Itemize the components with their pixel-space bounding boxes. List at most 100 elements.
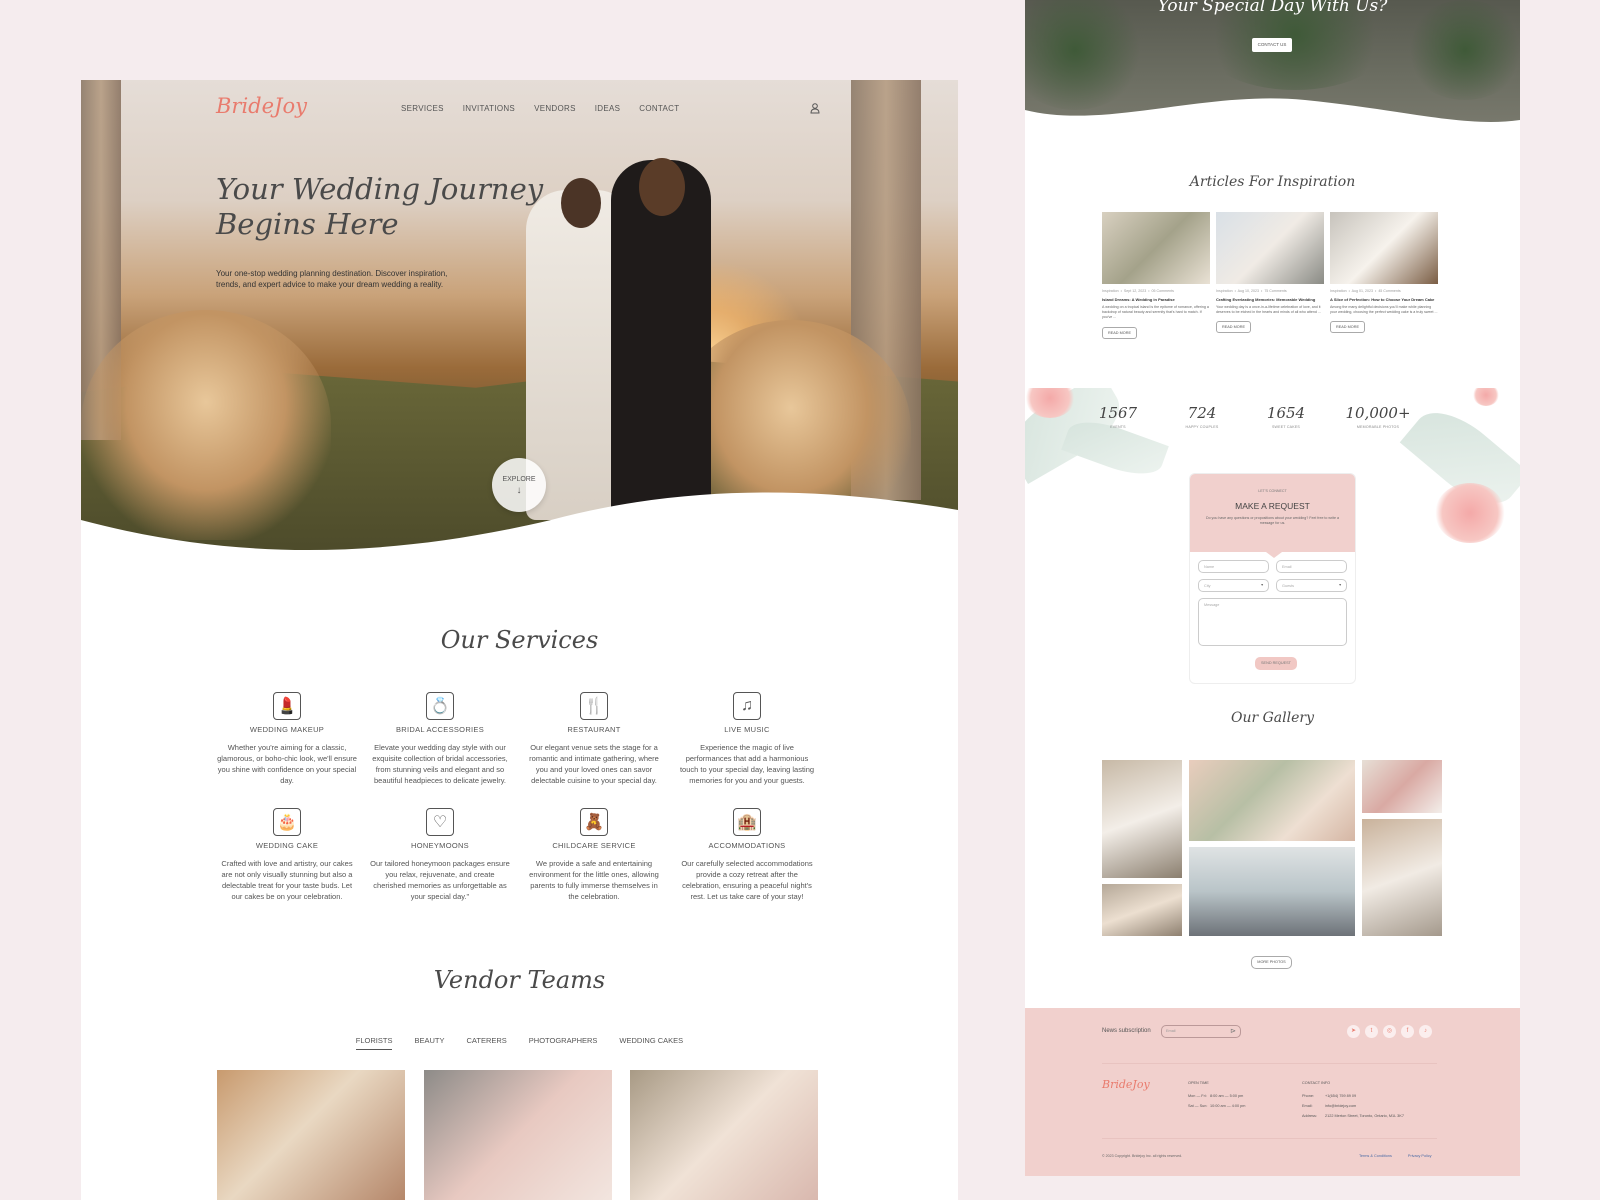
brand-logo[interactable]: BrideJoy bbox=[216, 94, 307, 118]
cta-banner: Your Special Day With Us? CONTACT US bbox=[1025, 0, 1520, 130]
article-title[interactable]: A Slice of Perfection: How to Choose You… bbox=[1330, 297, 1438, 302]
service-card: 🎂 WEDDING CAKE Crafted with love and artis… bbox=[217, 808, 357, 902]
contact-value[interactable]: info@bridejoy.com bbox=[1325, 1104, 1356, 1108]
tab-wedding-cakes[interactable]: WEDDING CAKES bbox=[619, 1036, 683, 1050]
contact-value: 2122 Merton Street, Toronto, Ontario, M1… bbox=[1325, 1114, 1404, 1118]
article-meta: Inspiration • Aug 10, 2023 • 75 Comments bbox=[1216, 289, 1287, 293]
nav-services[interactable]: SERVICES bbox=[401, 104, 444, 113]
service-description: Whether you're aiming for a classic, gla… bbox=[217, 743, 357, 785]
service-name: ACCOMMODATIONS bbox=[708, 841, 786, 850]
contact-label: Address: bbox=[1302, 1114, 1317, 1118]
tab-caterers[interactable]: CATERERS bbox=[467, 1036, 507, 1050]
gallery-image-3[interactable] bbox=[1189, 760, 1355, 841]
stat-item: 724 HAPPY COUPLES bbox=[1167, 404, 1237, 429]
form-eyebrow: LET'S CONNECT bbox=[1258, 489, 1287, 493]
nav-contact[interactable]: CONTACT bbox=[639, 104, 679, 113]
open-time-row: Mon — Fri: 8:00 am — 5:00 pm bbox=[1188, 1091, 1245, 1101]
vendor-tabs: FLORISTS BEAUTY CATERERS PHOTOGRAPHERS W… bbox=[81, 1036, 958, 1050]
article-excerpt: Among the many delightful decisions you'… bbox=[1330, 305, 1438, 315]
nav-ideas[interactable]: IDEAS bbox=[595, 104, 621, 113]
chevron-down-icon: ▾ bbox=[1261, 583, 1263, 587]
telegram-icon[interactable]: ➤ bbox=[1347, 1025, 1360, 1038]
landing-page-top: BrideJoy SERVICES INVITATIONS VENDORS ID… bbox=[81, 80, 958, 1200]
article-meta: Inspiration • Sept 12, 2023 • 05 Comment… bbox=[1102, 289, 1174, 293]
gallery-image-6[interactable] bbox=[1362, 819, 1442, 936]
gallery-image-2[interactable] bbox=[1102, 884, 1182, 936]
hero-section: BrideJoy SERVICES INVITATIONS VENDORS ID… bbox=[81, 80, 958, 560]
top-nav: BrideJoy SERVICES INVITATIONS VENDORS ID… bbox=[81, 80, 958, 140]
teddy-bear-icon: 🧸 bbox=[580, 808, 608, 836]
service-description: Our tailored honeymoon packages ensure y… bbox=[370, 859, 510, 901]
instagram-icon[interactable]: ◎ bbox=[1383, 1025, 1396, 1038]
service-card: 💍 BRIDAL ACCESSORIES Elevate your wedding … bbox=[370, 692, 510, 786]
tab-photographers[interactable]: PHOTOGRAPHERS bbox=[529, 1036, 598, 1050]
article-card: Inspiration • Aug 10, 2023 • 75 Comments… bbox=[1216, 212, 1324, 334]
music-notes-icon: ♫ bbox=[733, 692, 761, 720]
footer-logo[interactable]: BrideJoy bbox=[1102, 1078, 1150, 1091]
service-description: Our carefully selected accommodations pr… bbox=[681, 859, 813, 901]
subscription-email-input[interactable]: Email ⊳ bbox=[1161, 1025, 1241, 1038]
service-description: Crafted with love and artistry, our cake… bbox=[221, 859, 353, 901]
article-category[interactable]: Inspiration bbox=[1330, 289, 1347, 293]
guests-placeholder: Guests bbox=[1282, 584, 1295, 588]
user-icon[interactable] bbox=[809, 102, 821, 114]
article-image[interactable] bbox=[1102, 212, 1210, 284]
terms-link[interactable]: Terms & Conditions bbox=[1359, 1154, 1392, 1158]
article-comments[interactable]: 45 Comments bbox=[1378, 289, 1400, 293]
twitter-icon[interactable]: t bbox=[1365, 1025, 1378, 1038]
gallery-image-4[interactable] bbox=[1189, 847, 1355, 936]
open-time-heading: OPEN TIME bbox=[1188, 1081, 1209, 1085]
service-name: CHILDCARE SERVICE bbox=[552, 841, 636, 850]
gallery-image-5[interactable] bbox=[1362, 760, 1442, 813]
vendor-image-bouquet-1[interactable] bbox=[217, 1070, 405, 1200]
services-title: Our Services bbox=[440, 626, 599, 654]
read-more-button[interactable]: READ MORE bbox=[1102, 326, 1137, 339]
article-image[interactable] bbox=[1330, 212, 1438, 284]
city-select[interactable]: City ▾ bbox=[1198, 579, 1269, 592]
nav-invitations[interactable]: INVITATIONS bbox=[463, 104, 515, 113]
name-input[interactable]: Name bbox=[1198, 560, 1269, 573]
footer-divider bbox=[1102, 1063, 1437, 1064]
article-comments[interactable]: 05 Comments bbox=[1152, 289, 1174, 293]
contact-value[interactable]: +1(654) 759 89 09 bbox=[1325, 1094, 1356, 1098]
tab-beauty[interactable]: BEAUTY bbox=[414, 1036, 444, 1050]
stat-value: 1567 bbox=[1098, 404, 1138, 422]
privacy-link[interactable]: Privacy Policy bbox=[1408, 1154, 1432, 1158]
message-textarea[interactable]: Message bbox=[1198, 598, 1347, 646]
request-form: LET'S CONNECT MAKE A REQUEST Do you have… bbox=[1189, 473, 1356, 684]
guests-select[interactable]: Guests ▾ bbox=[1276, 579, 1347, 592]
read-more-button[interactable]: READ MORE bbox=[1216, 321, 1251, 334]
read-more-button[interactable]: READ MORE bbox=[1330, 321, 1365, 334]
article-title[interactable]: Crafting Everlasting Memories: Memorable… bbox=[1216, 297, 1324, 302]
article-date: Sept 12, 2023 bbox=[1123, 289, 1147, 293]
more-photos-button[interactable]: MORE PHOTOS bbox=[1251, 956, 1292, 969]
legal-links: Terms & Conditions Privacy Policy bbox=[1359, 1154, 1432, 1158]
article-comments[interactable]: 75 Comments bbox=[1264, 289, 1286, 293]
explore-button[interactable]: EXPLORE ↓ bbox=[492, 458, 546, 512]
article-image[interactable] bbox=[1216, 212, 1324, 284]
gallery-image-1[interactable] bbox=[1102, 760, 1182, 878]
cake-icon: 🎂 bbox=[273, 808, 301, 836]
nav-vendors[interactable]: VENDORS bbox=[534, 104, 576, 113]
vendor-image-bouquet-2[interactable] bbox=[424, 1070, 612, 1200]
article-card: Inspiration • Aug 01, 2023 • 45 Comments… bbox=[1330, 212, 1438, 334]
contact-us-button[interactable]: CONTACT US bbox=[1252, 38, 1292, 52]
facebook-icon[interactable]: f bbox=[1401, 1025, 1414, 1038]
article-category[interactable]: Inspiration bbox=[1102, 289, 1119, 293]
email-input[interactable]: Email bbox=[1276, 560, 1347, 573]
send-icon[interactable]: ⊳ bbox=[1230, 1027, 1236, 1035]
send-request-button[interactable]: SEND REQUEST bbox=[1255, 657, 1297, 670]
service-name: WEDDING CAKE bbox=[255, 841, 319, 850]
vendor-image-bouquet-3[interactable] bbox=[630, 1070, 818, 1200]
tab-florists[interactable]: FLORISTS bbox=[355, 1036, 393, 1050]
article-meta: Inspiration • Aug 01, 2023 • 45 Comments bbox=[1330, 289, 1401, 293]
contact-row: Phone: +1(654) 759 89 09 bbox=[1302, 1091, 1404, 1101]
article-category[interactable]: Inspiration bbox=[1216, 289, 1233, 293]
service-card: 🏨 ACCOMMODATIONS Our carefully selected ac… bbox=[677, 808, 817, 902]
tiktok-icon[interactable]: ♪ bbox=[1419, 1025, 1432, 1038]
open-time-hours: 8:00 am — 5:00 pm bbox=[1210, 1094, 1244, 1098]
stat-value: 1654 bbox=[1266, 404, 1306, 422]
gallery-title: Our Gallery bbox=[1230, 710, 1314, 726]
article-title[interactable]: Island Dreams: A Wedding in Paradise bbox=[1102, 297, 1210, 302]
contact-info: CONTACT INFO Phone: +1(654) 759 89 09 Ema… bbox=[1302, 1078, 1404, 1121]
